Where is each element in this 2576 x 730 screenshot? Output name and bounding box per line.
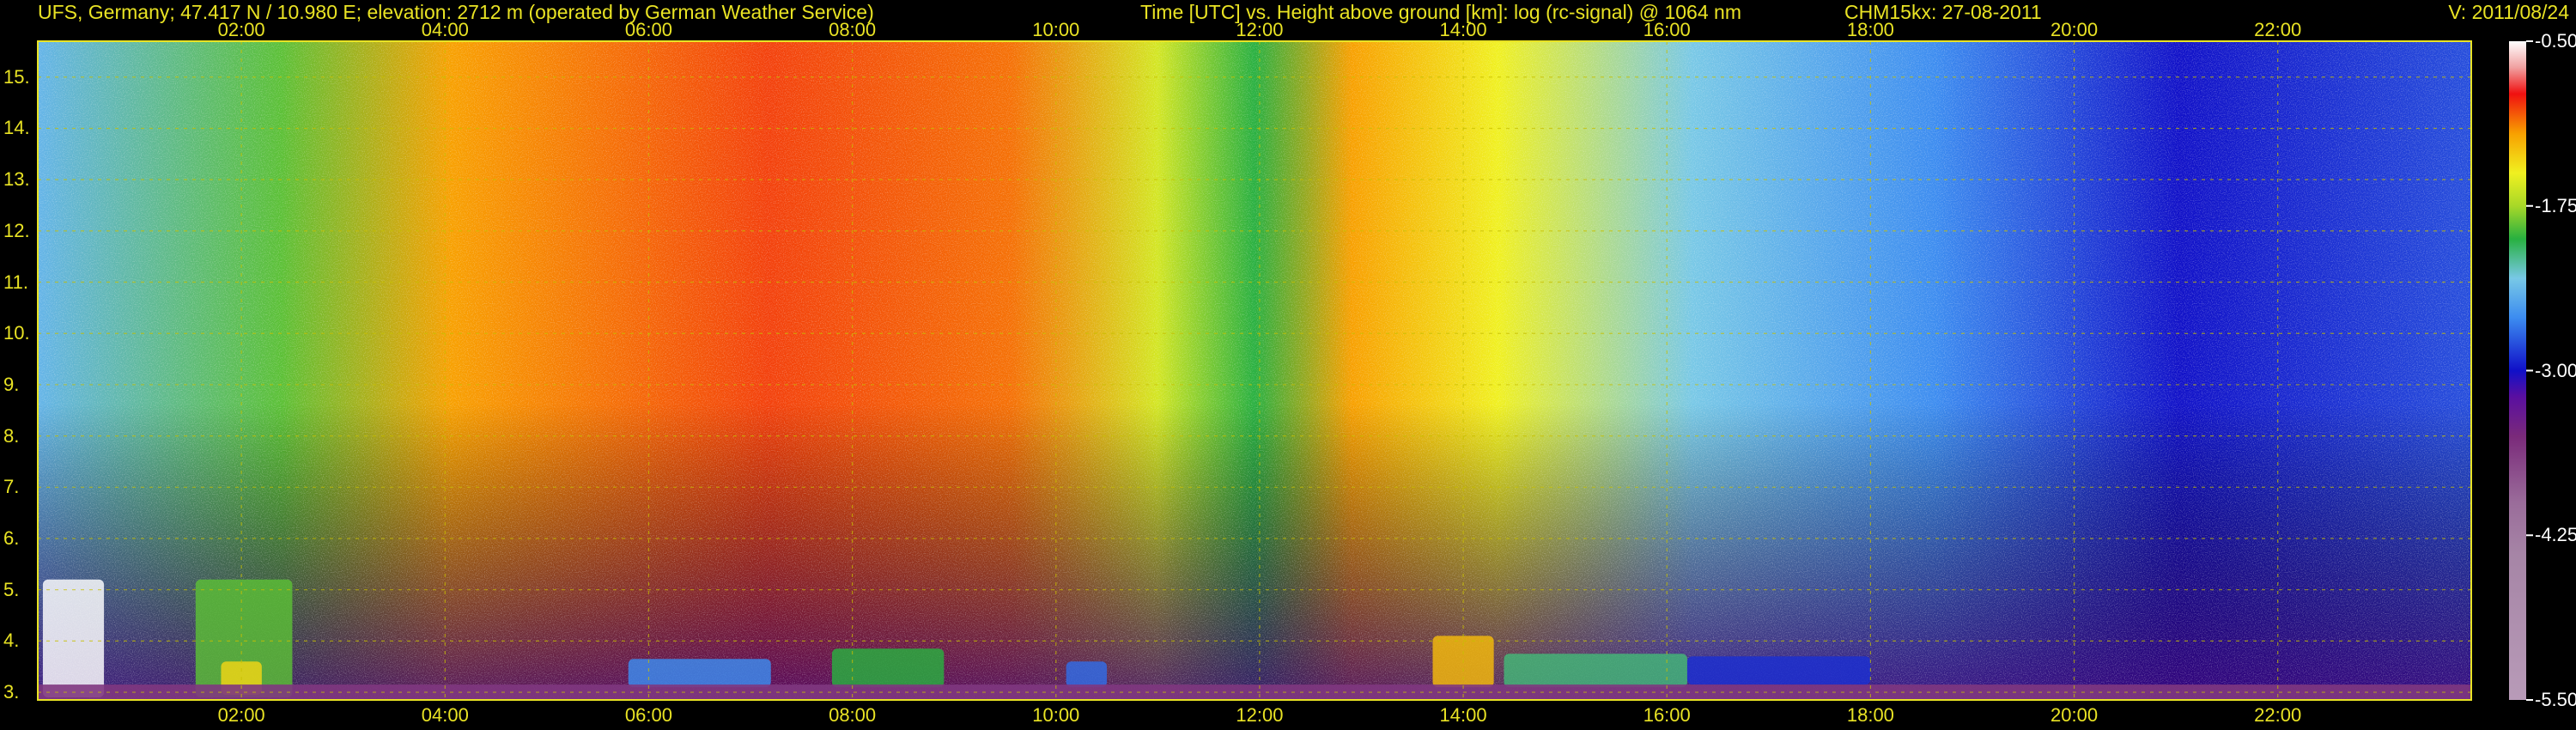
x-tick-label-bottom-0: 02:00 bbox=[217, 704, 265, 726]
colorbar-tick-label-1: -1.75 bbox=[2535, 194, 2576, 216]
x-tick-label-top-3: 08:00 bbox=[829, 19, 877, 40]
heatmap-cloud-5 bbox=[1066, 661, 1108, 688]
colorbar-tick-label-0: -0.50 bbox=[2535, 30, 2576, 52]
x-tick-label-top-8: 18:00 bbox=[1846, 19, 1894, 40]
x-tick-label-bottom-10: 22:00 bbox=[2254, 704, 2302, 726]
heatmap-layer-9 bbox=[38, 684, 2471, 700]
x-tick-label-top-1: 04:00 bbox=[421, 19, 469, 40]
y-tick-label-9: 12. bbox=[3, 219, 30, 241]
y-tick-label-10: 13. bbox=[3, 168, 30, 191]
x-tick-label-bottom-4: 10:00 bbox=[1032, 704, 1080, 726]
x-tick-label-top-0: 02:00 bbox=[217, 19, 265, 40]
colorbar-tick-label-2: -3.00 bbox=[2535, 359, 2576, 381]
x-tick-label-top-7: 16:00 bbox=[1643, 19, 1691, 40]
colorbar bbox=[2509, 41, 2526, 700]
x-tick-label-top-10: 22:00 bbox=[2254, 19, 2302, 40]
x-tick-label-bottom-8: 18:00 bbox=[1846, 704, 1894, 726]
y-tick-label-5: 8. bbox=[3, 424, 20, 447]
y-tick-label-0: 3. bbox=[3, 681, 20, 703]
heatmap-cloud-7 bbox=[1504, 654, 1687, 688]
colorbar-tick-label-4: -5.50 bbox=[2535, 689, 2576, 710]
x-tick-label-bottom-9: 20:00 bbox=[2050, 704, 2099, 726]
y-tick-label-11: 14. bbox=[3, 117, 30, 139]
x-tick-label-top-4: 10:00 bbox=[1032, 19, 1080, 40]
x-tick-label-bottom-7: 16:00 bbox=[1643, 704, 1691, 726]
heatmap-cloud-0 bbox=[42, 579, 105, 698]
backscatter-heatmap bbox=[37, 40, 2533, 701]
y-tick-label-8: 11. bbox=[3, 271, 28, 293]
x-tick-label-top-5: 12:00 bbox=[1236, 19, 1284, 40]
y-tick-label-12: 15. bbox=[3, 65, 30, 88]
x-tick-label-top-6: 14:00 bbox=[1439, 19, 1487, 40]
colorbar-tick-label-3: -4.25 bbox=[2535, 524, 2576, 546]
x-tick-label-bottom-2: 06:00 bbox=[624, 704, 672, 726]
x-tick-label-top-9: 20:00 bbox=[2050, 19, 2099, 40]
heatmap-cloud-8 bbox=[1686, 656, 1871, 685]
heatmap-cloud-4 bbox=[831, 648, 945, 688]
y-tick-label-3: 6. bbox=[3, 526, 20, 549]
heatmap-cloud-3 bbox=[628, 659, 771, 688]
x-tick-label-top-2: 06:00 bbox=[624, 19, 672, 40]
y-tick-label-1: 4. bbox=[3, 630, 20, 652]
x-tick-label-bottom-5: 12:00 bbox=[1236, 704, 1284, 726]
y-tick-label-2: 5. bbox=[3, 578, 20, 600]
y-tick-label-7: 10. bbox=[3, 322, 30, 344]
x-tick-label-bottom-3: 08:00 bbox=[829, 704, 877, 726]
heatmap-noise bbox=[38, 41, 2471, 700]
y-tick-label-6: 9. bbox=[3, 373, 20, 395]
y-tick-label-4: 7. bbox=[3, 476, 20, 498]
x-tick-label-bottom-1: 04:00 bbox=[421, 704, 469, 726]
x-tick-label-bottom-6: 14:00 bbox=[1439, 704, 1487, 726]
